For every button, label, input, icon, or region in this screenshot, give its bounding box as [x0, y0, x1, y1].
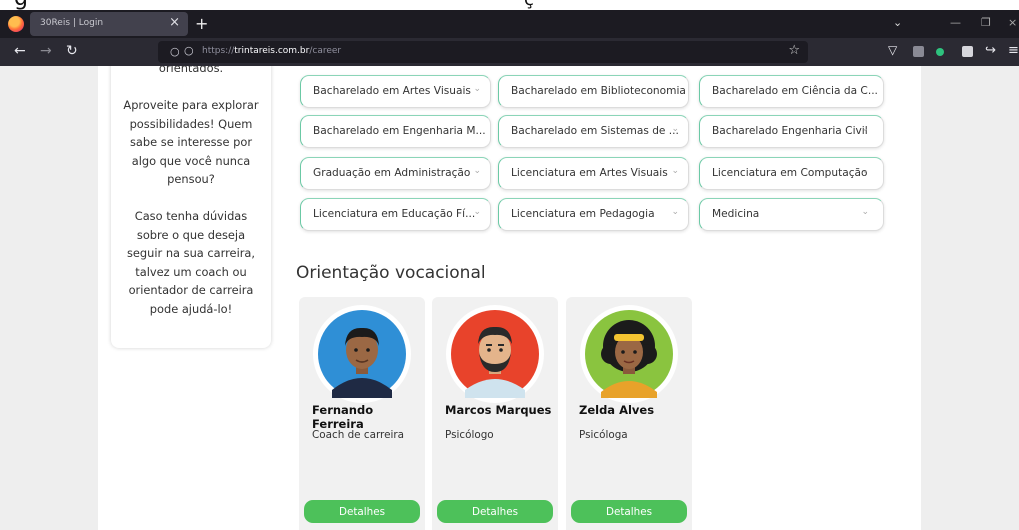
course-select[interactable]: Bacharelado Engenharia Civil ⌄	[699, 115, 884, 148]
cropped-document-strip: g ç	[0, 0, 1019, 10]
course-select[interactable]: Bacharelado em Sistemas de ... ⌄	[498, 115, 689, 148]
details-button[interactable]: Detalhes	[304, 500, 420, 523]
coach-role: Psicólogo	[445, 429, 494, 441]
coach-name: Fernando Ferreira	[312, 403, 374, 431]
chevron-down-icon: ⌄	[861, 166, 869, 176]
female-avatar-icon	[585, 310, 673, 398]
back-arrow-icon[interactable]: ←	[14, 43, 26, 59]
tab-close-icon[interactable]: ×	[169, 15, 180, 30]
course-select[interactable]: Licenciatura em Computação ⌄	[699, 157, 884, 190]
chevron-down-icon: ⌄	[861, 124, 869, 134]
close-window-icon[interactable]: ×	[1008, 16, 1017, 29]
maximize-icon[interactable]: ❐	[981, 16, 991, 29]
course-select[interactable]: Licenciatura em Pedagogia ⌄	[498, 198, 689, 231]
coach-name: Marcos Marques	[445, 403, 552, 417]
coach-card: Zelda Alves Psicóloga Detalhes	[566, 297, 692, 530]
chevron-down-icon: ⌄	[671, 124, 679, 134]
new-tab-button[interactable]: +	[195, 14, 208, 33]
chevron-down-icon: ⌄	[671, 207, 679, 217]
male-avatar-icon	[451, 310, 539, 398]
chevron-down-icon: ⌄	[473, 207, 481, 217]
url-text[interactable]: https://trintareis.com.br/career	[202, 46, 341, 56]
course-select[interactable]: Medicina ⌄	[699, 198, 884, 231]
course-label: Licenciatura em Computação	[712, 167, 868, 179]
male-avatar-icon	[318, 310, 406, 398]
coach-role: Psicóloga	[579, 429, 628, 441]
avatar	[446, 305, 544, 403]
course-select[interactable]: Bacharelado em Biblioteconomia	[498, 75, 689, 108]
browser-tab[interactable]: 30Reis | Login ×	[30, 12, 188, 36]
course-select[interactable]: Bacharelado em Engenharia M...	[300, 115, 491, 148]
course-label: Graduação em Administração	[313, 167, 471, 179]
course-label: Bacharelado Engenharia Civil	[712, 125, 868, 137]
minimize-icon[interactable]: —	[950, 16, 961, 29]
course-select[interactable]: Licenciatura em Educação Fí... ⌄	[300, 198, 491, 231]
sidebar-text-help: Caso tenha dúvidas sobre o que deseja se…	[126, 209, 256, 316]
course-label: Bacharelado em Biblioteconomia	[511, 85, 686, 97]
lock-icon[interactable]: ○	[184, 44, 194, 57]
cropped-heading-fragment: ç	[524, 0, 534, 10]
course-label: Medicina	[712, 208, 760, 220]
course-label: Licenciatura em Pedagogia	[511, 208, 655, 220]
course-label: Licenciatura em Educação Fí...	[313, 208, 476, 220]
course-label: Bacharelado em Ciência da C...	[712, 85, 878, 97]
course-label: Bacharelado em Engenharia M...	[313, 125, 486, 137]
tab-title: 30Reis | Login	[40, 18, 104, 28]
cropped-heading-fragment: g	[14, 0, 29, 10]
share-icon[interactable]: ↪	[985, 43, 996, 58]
avatar	[313, 305, 411, 403]
chevron-down-icon: ⌄	[473, 84, 481, 94]
coach-card: Fernando Ferreira Coach de carreira Deta…	[299, 297, 425, 530]
reload-icon[interactable]: ↻	[66, 43, 78, 59]
tracking-shield-icon[interactable]: ○	[170, 45, 180, 58]
coach-name: Zelda Alves	[579, 403, 655, 417]
sidebar-text-explore: Aproveite para explorar possibilidades! …	[123, 98, 259, 186]
firefox-logo-icon	[8, 16, 24, 32]
pocket-icon[interactable]: ▽	[888, 43, 897, 57]
browser-tab-bar: 30Reis | Login × + ⌄ — ❐ ×	[0, 10, 1019, 38]
browser-nav-bar: ← → ↻ ○ ○ https://trintareis.com.br/care…	[0, 38, 1019, 66]
avatar	[580, 305, 678, 403]
course-select[interactable]: Licenciatura em Artes Visuais ⌄	[498, 157, 689, 190]
course-select[interactable]: Graduação em Administração ⌄	[300, 157, 491, 190]
chevron-down-icon: ⌄	[861, 207, 869, 217]
shield-extension-icon[interactable]	[962, 46, 973, 57]
course-label: Bacharelado em Artes Visuais	[313, 85, 471, 97]
extension-status-icon[interactable]	[936, 48, 944, 56]
forward-arrow-icon[interactable]: →	[40, 43, 52, 59]
list-tabs-chevron-icon[interactable]: ⌄	[893, 16, 902, 29]
course-label: Licenciatura em Artes Visuais	[511, 167, 668, 179]
details-button[interactable]: Detalhes	[571, 500, 687, 523]
course-select[interactable]: Bacharelado em Artes Visuais ⌄	[300, 75, 491, 108]
coach-card: Marcos Marques Psicólogo Detalhes	[432, 297, 558, 530]
sidebar-text: orientados. Aproveite para explorar poss…	[120, 66, 262, 318]
chevron-down-icon: ⌄	[671, 166, 679, 176]
section-title: Orientação vocacional	[296, 263, 486, 283]
course-select[interactable]: Bacharelado em Ciência da C...	[699, 75, 884, 108]
sidebar-text-top: orientados.	[158, 66, 224, 75]
extension-icon[interactable]	[913, 46, 924, 57]
menu-icon[interactable]: ≡	[1008, 43, 1019, 58]
details-button[interactable]: Detalhes	[437, 500, 553, 523]
chevron-down-icon: ⌄	[473, 166, 481, 176]
address-bar[interactable]: ○ ○ https://trintareis.com.br/career ☆	[158, 41, 808, 63]
page-viewport: orientados. Aproveite para explorar poss…	[0, 66, 1019, 530]
bookmark-star-icon[interactable]: ☆	[788, 43, 800, 58]
course-label: Bacharelado em Sistemas de ...	[511, 125, 679, 137]
coach-role: Coach de carreira	[312, 429, 405, 441]
